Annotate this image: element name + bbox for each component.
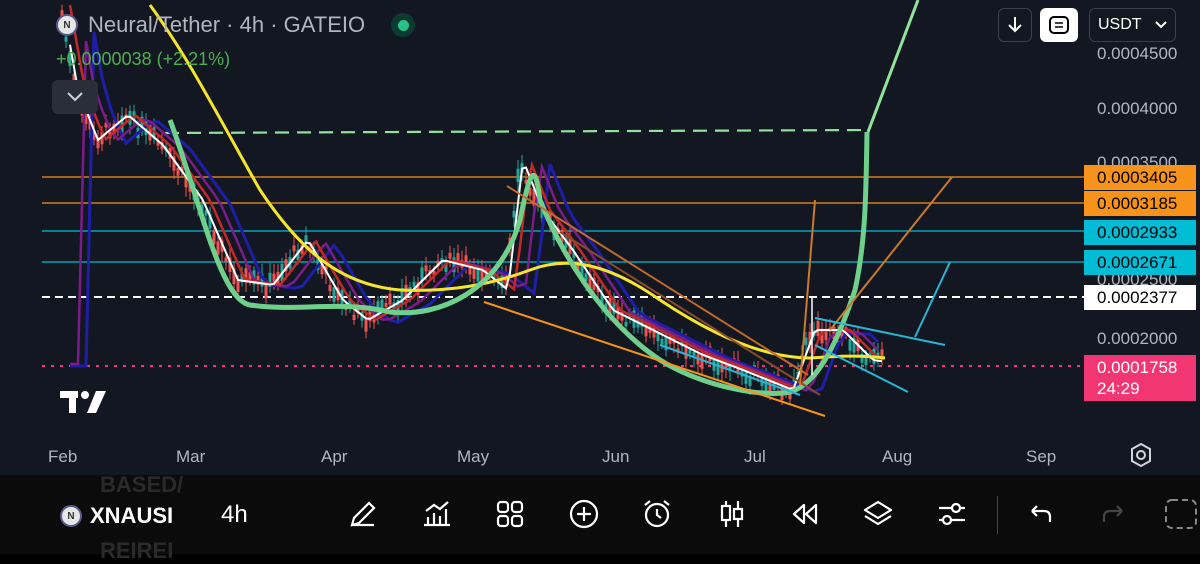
candle-body	[512, 210, 516, 218]
time-tick: Jul	[744, 447, 766, 466]
price-tick: 0.0004500	[1097, 44, 1178, 63]
grid-icon[interactable]	[493, 497, 527, 531]
trendline	[829, 176, 953, 331]
price-tick: 0.0002000	[1097, 329, 1178, 348]
time-tick: Sep	[1026, 447, 1057, 466]
fullscreen-button[interactable]	[1040, 8, 1078, 42]
moving-average-purple	[70, 40, 879, 392]
price-line-white	[69, 44, 883, 390]
current-price-badge: 0.0001758	[1084, 355, 1196, 380]
fullscreen-toggle-icon[interactable]	[1160, 497, 1200, 531]
settings-icon[interactable]	[1127, 441, 1155, 469]
price-badge-cyan: 0.0002933	[1084, 220, 1196, 245]
candle-body	[424, 265, 428, 272]
candle-body	[660, 338, 664, 345]
candle-countdown: 24:29	[1084, 378, 1196, 401]
symbol-picker[interactable]: N XNAUSI	[60, 503, 173, 529]
candle-body	[384, 302, 388, 307]
candle-body	[264, 283, 268, 299]
layers-icon[interactable]	[861, 497, 895, 531]
chevron-down-icon[interactable]	[52, 80, 98, 114]
price-badge-orange: 0.0003405	[1084, 165, 1196, 190]
indicators-icon[interactable]	[420, 497, 454, 531]
candle-body	[352, 314, 356, 321]
time-tick: Mar	[176, 447, 206, 466]
candle-body	[412, 281, 416, 287]
candle-body	[468, 267, 472, 275]
price-badge-orange: 0.0003185	[1084, 191, 1196, 216]
price-badge-cyan: 0.0002671	[1084, 250, 1196, 275]
price-change: +0.0000038 (+2.21%)	[56, 49, 231, 69]
candle-body	[388, 293, 392, 305]
price-tick: 0.0004000	[1097, 99, 1178, 118]
symbol-logo: N	[60, 505, 82, 527]
time-tick: Feb	[48, 447, 78, 466]
candle-body	[848, 339, 852, 351]
candles-icon[interactable]	[715, 497, 749, 531]
chevron-down-icon	[1155, 21, 1167, 29]
market-status-dot	[391, 13, 416, 37]
currency-value: USDT	[1098, 16, 1142, 33]
candle-body	[816, 320, 820, 336]
projection-curve-green	[866, 0, 920, 133]
undo-icon[interactable]	[1023, 497, 1057, 531]
candle-body	[328, 284, 332, 292]
candle-body	[656, 333, 660, 342]
add-icon[interactable]	[567, 497, 601, 531]
ghost-symbol-below: REIREI	[100, 538, 174, 563]
download-button[interactable]	[998, 8, 1032, 42]
candle-body	[224, 257, 228, 262]
currency-select[interactable]: USDT	[1089, 8, 1176, 42]
toolbar-divider	[997, 496, 998, 534]
trendline	[914, 261, 951, 338]
candle-body	[448, 252, 452, 259]
candle-body	[332, 287, 336, 302]
target-level-dashed	[164, 128, 871, 135]
moving-average-blue	[70, 31, 880, 394]
time-tick: May	[457, 447, 490, 466]
sliders-icon[interactable]	[935, 497, 969, 531]
symbol-picker-label: XNAUSI	[90, 503, 174, 528]
candle-body	[364, 318, 368, 332]
candle-body	[744, 372, 748, 384]
candle-body	[292, 245, 296, 252]
replay-icon[interactable]	[788, 497, 822, 531]
symbol-header[interactable]: N Neural/Tether · 4h · GATEIO	[56, 12, 416, 38]
candle-body	[236, 279, 240, 292]
alarm-icon[interactable]	[640, 497, 674, 531]
pencil-icon[interactable]	[346, 497, 380, 531]
candle-body	[176, 167, 180, 176]
time-tick: Apr	[321, 447, 348, 466]
fullscreen-icon	[1049, 16, 1069, 34]
price-chart[interactable]	[0, 0, 1200, 475]
download-icon	[1008, 17, 1022, 33]
price-badge-white: 0.0002377	[1084, 285, 1196, 310]
symbol-logo: N	[56, 14, 78, 36]
candle-body	[624, 321, 628, 327]
candle-body	[804, 337, 808, 346]
timeframe-button[interactable]: 4h	[221, 501, 248, 529]
time-tick: Aug	[882, 447, 913, 466]
time-tick: Jun	[602, 447, 630, 466]
ghost-symbol-above: BASED/	[100, 472, 184, 497]
tradingview-logo[interactable]	[60, 388, 108, 422]
candle-body	[516, 168, 520, 182]
chart-area[interactable]	[0, 0, 1200, 475]
redo-icon[interactable]	[1097, 497, 1131, 531]
symbol-title[interactable]: Neural/Tether · 4h · GATEIO	[88, 12, 365, 38]
